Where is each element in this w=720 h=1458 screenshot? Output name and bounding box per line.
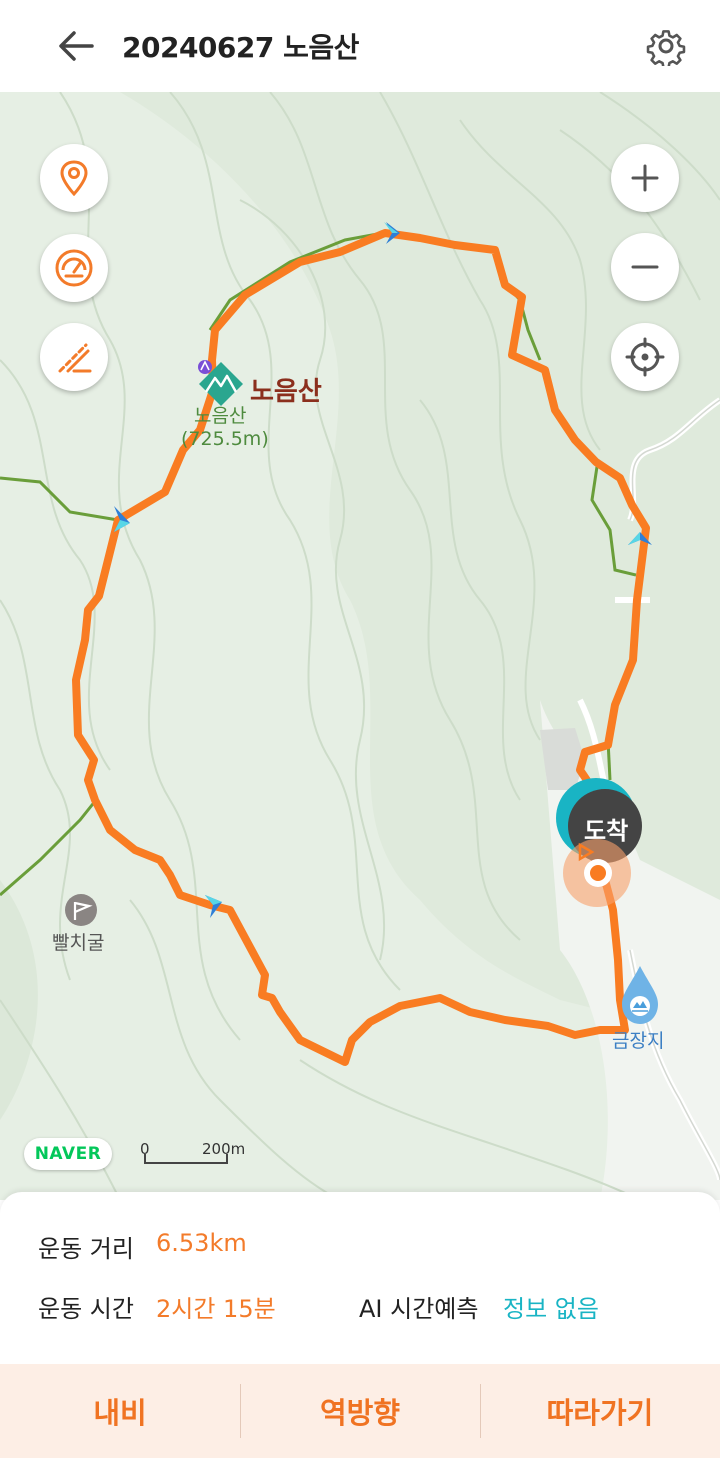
page-title: 20240627 노음산 — [122, 31, 359, 64]
ai-time-label: AI 시간예측 — [359, 1295, 479, 1323]
zoom-in-icon — [631, 164, 659, 192]
location-pin-button[interactable] — [40, 144, 108, 212]
time-label: 운동 시간 — [38, 1295, 134, 1323]
divider — [480, 1384, 481, 1438]
gear-icon — [646, 30, 686, 66]
navi-button[interactable]: 내비 — [0, 1364, 240, 1458]
back-button[interactable] — [48, 20, 104, 72]
reservoir-label: 금장지 — [612, 1030, 665, 1052]
workout-stats-panel: 운동 거리 6.53km 운동 시간 2시간 15분 AI 시간예측 정보 없음 — [0, 1192, 720, 1364]
divider — [240, 1384, 241, 1438]
arrival-label: 도착 — [584, 817, 629, 845]
route-map[interactable]: 노음산 노음산 (725.5m) 빨치굴 금장지 도착 NAVER 0 200m — [0, 92, 720, 1200]
distance-label: 운동 거리 — [38, 1235, 134, 1263]
cave-label: 빨치굴 — [52, 932, 105, 954]
zoom-in-button[interactable] — [611, 144, 679, 212]
peak-sub-label: 노음산 — [194, 405, 247, 427]
reverse-button[interactable]: 역방향 — [240, 1364, 480, 1458]
distance-value: 6.53km — [156, 1229, 247, 1257]
naver-logo: NAVER — [24, 1138, 112, 1170]
back-arrow-icon — [59, 31, 94, 61]
zoom-out-icon — [631, 265, 659, 269]
settings-button[interactable] — [640, 20, 692, 72]
zoom-out-button[interactable] — [611, 233, 679, 301]
speedometer-button[interactable] — [40, 234, 108, 302]
time-value: 2시간 15분 — [156, 1295, 276, 1323]
cave-marker-icon — [65, 894, 97, 926]
scale-bar — [144, 1154, 228, 1164]
crosshair-location-icon — [625, 337, 665, 377]
location-pin-icon — [60, 160, 88, 196]
elevation-slope-icon — [58, 343, 92, 373]
start-marker-icon — [563, 839, 631, 907]
peak-elevation: (725.5m) — [181, 428, 269, 450]
current-location-button[interactable] — [611, 323, 679, 391]
speedometer-icon — [55, 249, 93, 287]
follow-button[interactable]: 따라가기 — [480, 1364, 720, 1458]
ai-time-value: 정보 없음 — [503, 1295, 599, 1323]
action-bar: 내비 역방향 따라가기 — [0, 1364, 720, 1458]
peak-label: 노음산 — [250, 377, 322, 407]
app-header: 20240627 노음산 — [0, 0, 720, 92]
elevation-slope-button[interactable] — [40, 323, 108, 391]
map-scale: 0 200m — [140, 1140, 260, 1174]
